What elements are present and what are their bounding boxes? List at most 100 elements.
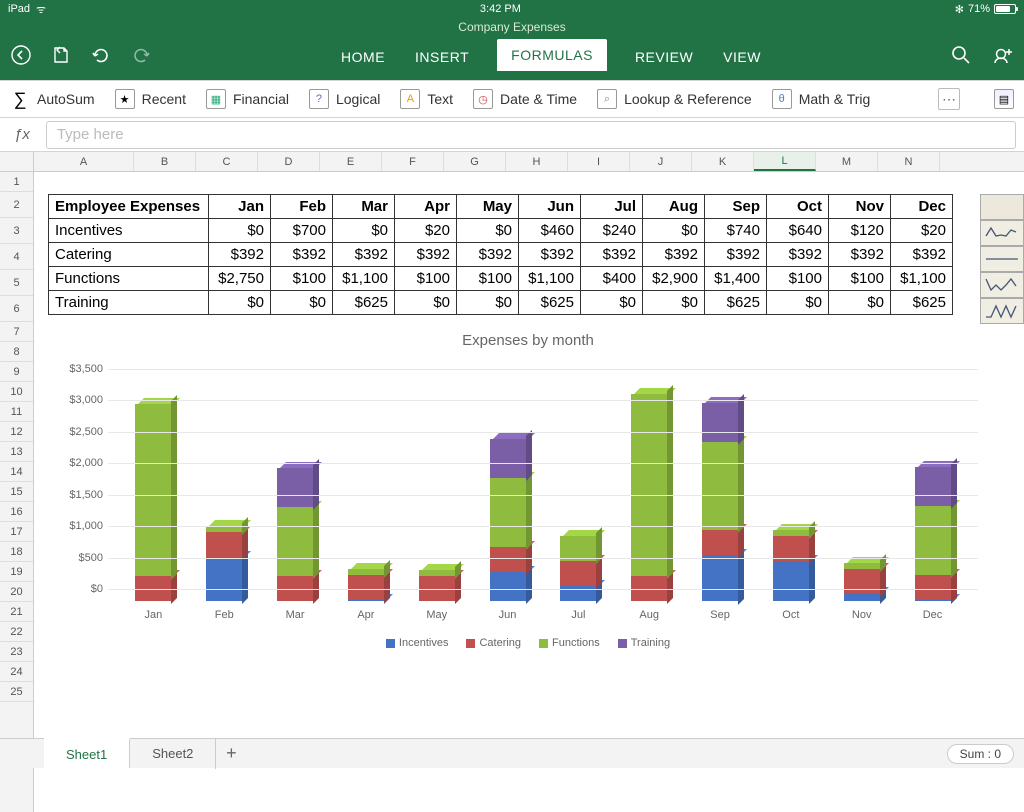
share-icon[interactable] [992, 44, 1014, 66]
recent-button[interactable]: ★ Recent [115, 89, 186, 109]
redo-icon[interactable] [130, 44, 152, 66]
row-header-21[interactable]: 21 [0, 602, 33, 622]
lookup-button[interactable]: ⌕ Lookup & Reference [597, 89, 752, 109]
col-header-M[interactable]: M [816, 152, 878, 171]
row-header-13[interactable]: 13 [0, 442, 33, 462]
col-header-A[interactable]: A [34, 152, 134, 171]
calculator-icon[interactable]: ▤ [994, 89, 1014, 109]
lookup-label: Lookup & Reference [624, 91, 752, 107]
row-header-25[interactable]: 25 [0, 682, 33, 702]
recent-label: Recent [142, 91, 186, 107]
col-header-D[interactable]: D [258, 152, 320, 171]
sigma-icon: ∑ [10, 89, 30, 109]
sparkline-header [980, 194, 1024, 220]
legend-incentives: Incentives [399, 637, 449, 649]
row-header-17[interactable]: 17 [0, 522, 33, 542]
document-title: Company Expenses [0, 18, 1024, 36]
row-header-10[interactable]: 10 [0, 382, 33, 402]
row-header-3[interactable]: 3 [0, 218, 33, 244]
row-header-14[interactable]: 14 [0, 462, 33, 482]
row-header-1[interactable]: 1 [0, 172, 33, 192]
row-header-5[interactable]: 5 [0, 270, 33, 296]
col-header-F[interactable]: F [382, 152, 444, 171]
chart-legend: Incentives Catering Functions Training [48, 637, 1008, 649]
tab-insert[interactable]: INSERT [413, 43, 471, 71]
bluetooth-icon: ✻ [955, 3, 964, 16]
financial-button[interactable]: ▦Financial [206, 89, 289, 109]
row-header-24[interactable]: 24 [0, 662, 33, 682]
col-header-B[interactable]: B [134, 152, 196, 171]
col-header-J[interactable]: J [630, 152, 692, 171]
row-header-8[interactable]: 8 [0, 342, 33, 362]
autosum-button[interactable]: ∑AutoSum [10, 89, 95, 109]
battery-icon [994, 4, 1016, 14]
sheet-tabs-bar: Sheet1 Sheet2 + Sum : 0 [0, 738, 1024, 768]
row-headers[interactable]: 1234567891011121314151617181920212223242… [0, 172, 34, 812]
tab-home[interactable]: HOME [339, 43, 387, 71]
add-sheet-button[interactable]: + [216, 743, 246, 764]
spreadsheet-grid[interactable]: 1234567891011121314151617181920212223242… [0, 172, 1024, 812]
row-header-9[interactable]: 9 [0, 362, 33, 382]
col-header-L[interactable]: L [754, 152, 816, 171]
sheet-tab-1[interactable]: Sheet1 [44, 738, 130, 768]
datetime-button[interactable]: ◷Date & Time [473, 89, 577, 109]
row-header-19[interactable]: 19 [0, 562, 33, 582]
more-functions-button[interactable]: ⋯ [938, 88, 960, 110]
sum-indicator[interactable]: Sum : 0 [947, 744, 1014, 764]
tab-formulas[interactable]: FORMULAS [497, 39, 607, 71]
text-a-icon: A [400, 89, 420, 109]
col-header-H[interactable]: H [506, 152, 568, 171]
tab-view[interactable]: VIEW [721, 43, 763, 71]
back-icon[interactable] [10, 44, 32, 66]
app-header: Company Expenses HOME INSERT FORMULAS RE… [0, 18, 1024, 80]
status-bar: iPad ᯤ 3:42 PM ✻ 71% [0, 0, 1024, 18]
row-header-11[interactable]: 11 [0, 402, 33, 422]
row-header-18[interactable]: 18 [0, 542, 33, 562]
col-header-K[interactable]: K [692, 152, 754, 171]
star-icon: ★ [115, 89, 135, 109]
lookup-icon: ⌕ [597, 89, 617, 109]
row-header-7[interactable]: 7 [0, 322, 33, 342]
logical-label: Logical [336, 91, 380, 107]
clock-icon: ◷ [473, 89, 493, 109]
col-header-E[interactable]: E [320, 152, 382, 171]
text-button[interactable]: A Text [400, 89, 453, 109]
row-header-16[interactable]: 16 [0, 502, 33, 522]
col-header-I[interactable]: I [568, 152, 630, 171]
row-header-23[interactable]: 23 [0, 642, 33, 662]
fx-icon: ƒx [8, 126, 36, 143]
col-header-C[interactable]: C [196, 152, 258, 171]
row-header-22[interactable]: 22 [0, 622, 33, 642]
wifi-icon: ᯤ [36, 2, 46, 17]
column-headers[interactable]: ABCDEFGHIJKLMN [0, 152, 1024, 172]
row-header-2[interactable]: 2 [0, 192, 33, 218]
expenses-table[interactable]: Employee ExpensesJanFebMarAprMayJunJulAu… [48, 194, 953, 315]
legend-functions: Functions [552, 637, 600, 649]
sparkline-catering [980, 246, 1024, 272]
device-label: iPad [8, 3, 30, 15]
sheet-tab-2[interactable]: Sheet2 [130, 739, 216, 769]
col-header-N[interactable]: N [878, 152, 940, 171]
math-label: Math & Trig [799, 91, 871, 107]
row-header-15[interactable]: 15 [0, 482, 33, 502]
formula-bar: ƒx [0, 118, 1024, 152]
col-header-G[interactable]: G [444, 152, 506, 171]
row-header-4[interactable]: 4 [0, 244, 33, 270]
formula-input[interactable] [46, 121, 1016, 149]
row-header-20[interactable]: 20 [0, 582, 33, 602]
math-button[interactable]: θMath & Trig [772, 89, 871, 109]
status-time: 3:42 PM [46, 3, 955, 15]
row-header-12[interactable]: 12 [0, 422, 33, 442]
file-icon[interactable] [50, 44, 72, 66]
row-header-6[interactable]: 6 [0, 296, 33, 322]
chart-plot-area: JanFebMarAprMayJunJulAugSepOctNovDec $0$… [108, 359, 978, 619]
expenses-chart[interactable]: Expenses by month JanFebMarAprMayJunJulA… [48, 328, 1008, 668]
logical-button[interactable]: ? Logical [309, 89, 380, 109]
tab-review[interactable]: REVIEW [633, 43, 695, 71]
text-label: Text [427, 91, 453, 107]
search-icon[interactable] [950, 44, 972, 66]
undo-icon[interactable] [90, 44, 112, 66]
question-icon: ? [309, 89, 329, 109]
battery-percent: 71% [968, 3, 990, 15]
legend-catering: Catering [479, 637, 521, 649]
